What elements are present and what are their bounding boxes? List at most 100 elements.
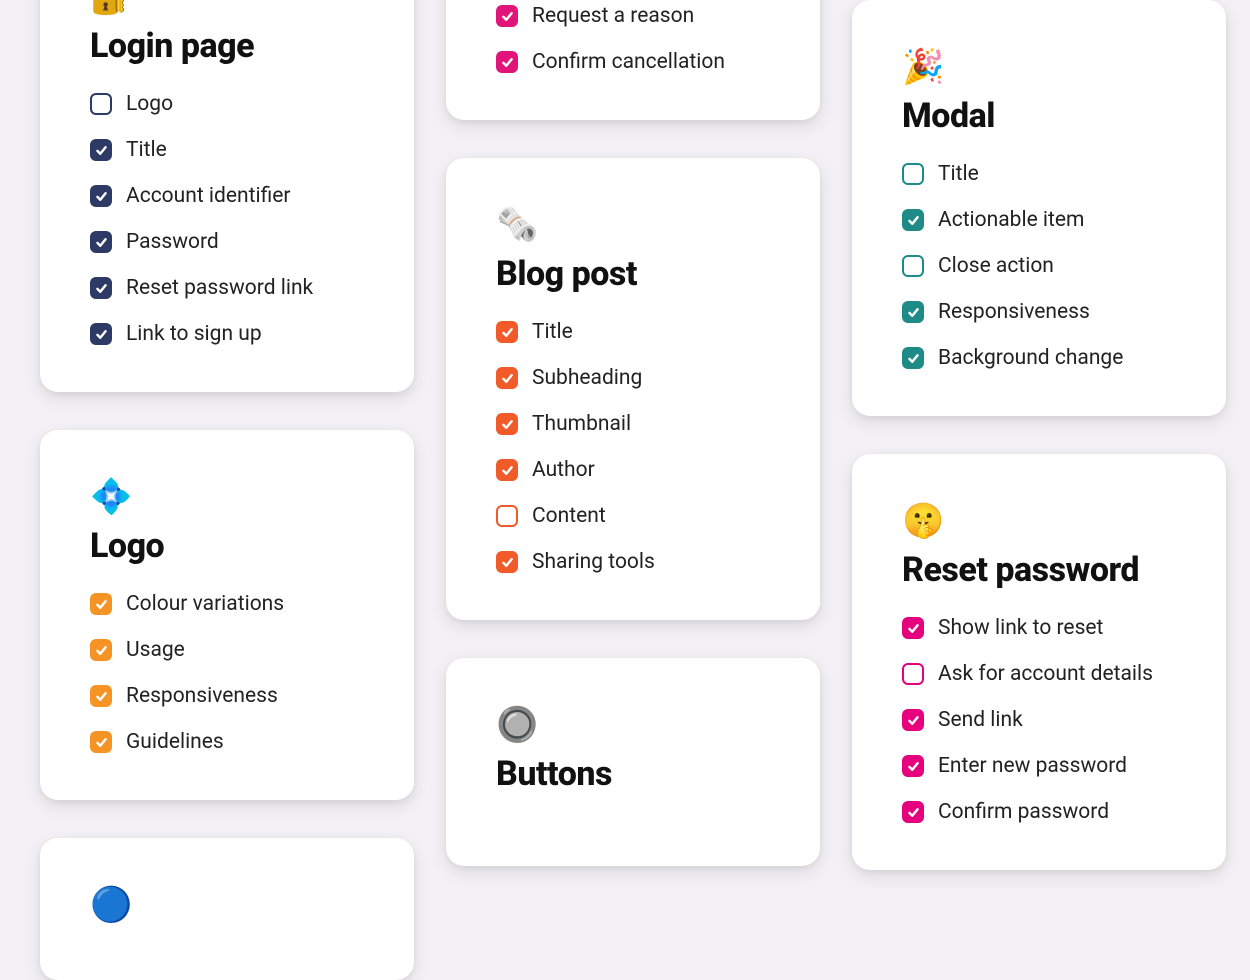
list-item-label: Logo [126, 92, 173, 116]
column-1: ❌Cancel accountShow link in accountConfi… [446, 0, 820, 980]
list-item[interactable]: Reset password link [90, 276, 364, 300]
checkbox-checked-icon[interactable] [90, 139, 112, 161]
modal-title: Modal [902, 96, 1176, 136]
list-item-label: Thumbnail [532, 412, 631, 436]
list-item-label: Content [532, 504, 606, 528]
list-item[interactable]: Responsiveness [902, 300, 1176, 324]
cards-grid: 🔐Login pageLogoTitleAccount identifierPa… [0, 0, 1250, 980]
list-item[interactable]: Subheading [496, 366, 770, 390]
card-login-page: 🔐Login pageLogoTitleAccount identifierPa… [40, 0, 414, 392]
list-item[interactable]: Sharing tools [496, 550, 770, 574]
blog-post-emoji-icon: 🗞️ [496, 208, 770, 242]
checkbox-checked-icon[interactable] [496, 459, 518, 481]
checkbox-checked-icon[interactable] [90, 277, 112, 299]
list-item[interactable]: Password [90, 230, 364, 254]
list-item[interactable]: Account identifier [90, 184, 364, 208]
checkbox-checked-icon[interactable] [902, 209, 924, 231]
reset-password-emoji-icon: 🤫 [902, 504, 1176, 538]
list-item[interactable]: Enter new password [902, 754, 1176, 778]
checkbox-checked-icon[interactable] [902, 617, 924, 639]
checkbox-checked-icon[interactable] [90, 323, 112, 345]
checkbox-unchecked-icon[interactable] [902, 163, 924, 185]
checkbox-checked-icon[interactable] [496, 413, 518, 435]
checkbox-checked-icon[interactable] [902, 755, 924, 777]
list-item-label: Request a reason [532, 4, 694, 28]
column-0: 🔐Login pageLogoTitleAccount identifierPa… [40, 0, 414, 980]
list-item[interactable]: Title [902, 162, 1176, 186]
list-item-label: Background change [938, 346, 1123, 370]
checkbox-unchecked-icon[interactable] [496, 505, 518, 527]
list-item-label: Author [532, 458, 595, 482]
list-item-label: Enter new password [938, 754, 1127, 778]
list-item[interactable]: Link to sign up [90, 322, 364, 346]
checkbox-checked-icon[interactable] [902, 301, 924, 323]
buttons-title: Buttons [496, 754, 770, 794]
checkbox-unchecked-icon[interactable] [902, 663, 924, 685]
blog-post-title: Blog post [496, 254, 770, 294]
list-item-label: Password [126, 230, 219, 254]
list-item[interactable]: Usage [90, 638, 364, 662]
list-item-label: Confirm password [938, 800, 1109, 824]
checkbox-checked-icon[interactable] [902, 347, 924, 369]
list-item-label: Account identifier [126, 184, 290, 208]
list-item-label: Title [938, 162, 979, 186]
list-item[interactable]: Close action [902, 254, 1176, 278]
list-item[interactable]: Confirm cancellation [496, 50, 770, 74]
checkbox-checked-icon[interactable] [496, 5, 518, 27]
checkbox-checked-icon[interactable] [902, 801, 924, 823]
list-item[interactable]: Request a reason [496, 4, 770, 28]
checkbox-checked-icon[interactable] [90, 685, 112, 707]
list-item-label: Link to sign up [126, 322, 262, 346]
modal-emoji-icon: 🎉 [902, 50, 1176, 84]
checkbox-checked-icon[interactable] [90, 231, 112, 253]
checkbox-checked-icon[interactable] [902, 709, 924, 731]
login-page-title: Login page [90, 26, 364, 66]
card-modal: 🎉 Modal Title Actionable item Close action Re… [852, 0, 1226, 416]
list-item-label: Sharing tools [532, 550, 655, 574]
list-item[interactable]: Content [496, 504, 770, 528]
card-partial-bottom-left: 🔵 [40, 838, 414, 980]
list-item-label: Ask for account details [938, 662, 1153, 686]
list-item[interactable]: Thumbnail [496, 412, 770, 436]
card-logo: 💠LogoColour variationsUsageResponsivenes… [40, 430, 414, 800]
checkbox-checked-icon[interactable] [496, 367, 518, 389]
card-buttons: 🔘 Buttons [446, 658, 820, 866]
checkbox-unchecked-icon[interactable] [902, 255, 924, 277]
checkbox-checked-icon[interactable] [496, 321, 518, 343]
buttons-emoji-icon: 🔘 [496, 708, 770, 742]
checkbox-checked-icon[interactable] [496, 51, 518, 73]
list-item[interactable]: Title [90, 138, 364, 162]
list-item[interactable]: Confirm password [902, 800, 1176, 824]
card-reset-password: 🤫 Reset password Show link to reset Ask for… [852, 454, 1226, 870]
list-item-label: Subheading [532, 366, 642, 390]
list-item[interactable]: Background change [902, 346, 1176, 370]
list-item[interactable]: Send link [902, 708, 1176, 732]
list-item-label: Show link to reset [938, 616, 1103, 640]
checkbox-checked-icon[interactable] [90, 593, 112, 615]
checkbox-checked-icon[interactable] [496, 551, 518, 573]
list-item-label: Close action [938, 254, 1054, 278]
checkbox-checked-icon[interactable] [90, 639, 112, 661]
checkbox-unchecked-icon[interactable] [90, 93, 112, 115]
list-item-label: Send link [938, 708, 1023, 732]
logo-emoji-icon: 💠 [90, 480, 364, 514]
list-item[interactable]: Actionable item [902, 208, 1176, 232]
list-item[interactable]: Colour variations [90, 592, 364, 616]
card-cancel-account: ❌Cancel accountShow link in accountConfi… [446, 0, 820, 120]
list-item[interactable]: Ask for account details [902, 662, 1176, 686]
list-item[interactable]: Guidelines [90, 730, 364, 754]
list-item[interactable]: Author [496, 458, 770, 482]
checkbox-checked-icon[interactable] [90, 185, 112, 207]
list-item[interactable]: Logo [90, 92, 364, 116]
checkbox-checked-icon[interactable] [90, 731, 112, 753]
list-item[interactable]: Show link to reset [902, 616, 1176, 640]
card-blog-post: 🗞️ Blog post Title Subheading Thumbnail Autho… [446, 158, 820, 620]
list-item-label: Title [126, 138, 167, 162]
list-item-label: Guidelines [126, 730, 224, 754]
list-item-label: Colour variations [126, 592, 284, 616]
list-item-label: Actionable item [938, 208, 1084, 232]
list-item-label: Reset password link [126, 276, 313, 300]
list-item[interactable]: Title [496, 320, 770, 344]
list-item[interactable]: Responsiveness [90, 684, 364, 708]
reset-password-title: Reset password [902, 550, 1176, 590]
